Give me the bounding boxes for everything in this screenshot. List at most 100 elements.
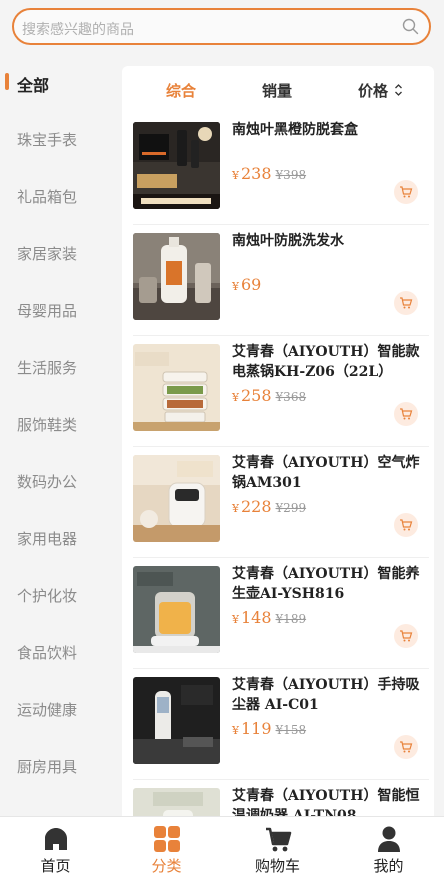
price-row: ¥119 ¥158	[232, 719, 306, 738]
sort-price-tab[interactable]: 价格	[358, 80, 388, 101]
sort-arrows-icon	[395, 84, 402, 96]
original-price: ¥398	[275, 168, 307, 182]
currency-symbol: ¥	[232, 391, 239, 404]
product-price: 238	[241, 164, 272, 183]
search-input[interactable]: 搜索感兴趣的商品	[12, 8, 431, 45]
search-placeholder: 搜索感兴趣的商品	[22, 22, 134, 38]
add-to-cart-button[interactable]	[394, 291, 418, 315]
sidebar-item-apparel[interactable]: 服饰鞋类	[0, 405, 110, 445]
currency-symbol: ¥	[232, 502, 239, 515]
search-area: 搜索感兴趣的商品	[0, 0, 444, 56]
category-icon	[154, 826, 180, 852]
sort-bar: 综合 销量 价格	[122, 66, 434, 114]
tab-label: 购物车	[254, 857, 300, 875]
product-name: 艾青春（AIYOUTH）智能款电蒸锅KH-Z06（22L）	[232, 344, 420, 380]
sidebar-item-label: 食品饮料	[17, 644, 78, 662]
sidebar-item-label: 家用电器	[17, 530, 78, 548]
add-to-cart-button[interactable]	[394, 513, 418, 537]
product-name: 南烛叶黑橙防脱套盒	[232, 122, 358, 138]
currency-symbol: ¥	[232, 169, 239, 182]
sidebar-item-label: 服饰鞋类	[17, 416, 78, 434]
price-row: ¥69	[232, 275, 265, 294]
price-row: ¥238 ¥398	[232, 164, 306, 183]
product-item[interactable]: 艾青春（AIYOUTH）智能款电蒸锅KH-Z06（22L） ¥258 ¥368	[122, 336, 434, 447]
price-row: ¥258 ¥368	[232, 386, 306, 405]
cart-icon	[400, 408, 413, 420]
price-row: ¥228 ¥299	[232, 497, 306, 516]
sidebar-item-all[interactable]: 全部	[0, 63, 110, 103]
original-price: ¥189	[275, 612, 307, 626]
price-row: ¥148 ¥189	[232, 608, 306, 627]
product-name: 艾青春（AIYOUTH）空气炸锅AM301	[232, 455, 420, 491]
add-to-cart-button[interactable]	[394, 735, 418, 759]
product-panel: 综合 销量 价格 南烛叶黑橙防脱套盒 ¥ 238 ¥398 南烛叶防脱洗发水 ¥…	[122, 66, 434, 826]
sidebar-item-label: 数码办公	[17, 473, 78, 491]
add-to-cart-button[interactable]	[394, 402, 418, 426]
add-to-cart-button[interactable]	[394, 624, 418, 648]
cart-icon	[400, 186, 413, 198]
user-icon	[378, 826, 400, 852]
product-item[interactable]: 艾青春（AIYOUTH）手持吸尘器 AI-C01 ¥119 ¥158	[122, 669, 434, 780]
tab-label: 我的	[373, 857, 404, 875]
sidebar-item-food[interactable]: 食品饮料	[0, 633, 110, 673]
tab-cart[interactable]: 购物车	[222, 817, 333, 881]
product-price: 69	[241, 275, 262, 294]
sidebar-item-label: 生活服务	[17, 359, 78, 377]
sidebar-item-home[interactable]: 家居家装	[0, 234, 110, 274]
original-price: ¥158	[275, 723, 307, 737]
product-item[interactable]: 艾青春（AIYOUTH）智能养生壶AI-YSH816 ¥148 ¥189	[122, 558, 434, 669]
cart-icon	[400, 519, 413, 531]
cart-icon	[266, 827, 292, 852]
sidebar-item-label: 家居家装	[17, 245, 78, 263]
product-name: 艾青春（AIYOUTH）手持吸尘器 AI-C01	[232, 677, 420, 713]
sidebar-item-kitchen[interactable]: 厨房用具	[0, 747, 110, 787]
add-to-cart-button[interactable]	[394, 180, 418, 204]
sidebar-item-personal-care[interactable]: 个护化妆	[0, 576, 110, 616]
app-screen: 搜索感兴趣的商品 全部 珠宝手表 礼品箱包 家居家装 母婴用品 生活服务 服饰鞋…	[0, 0, 444, 881]
product-price: 148	[241, 608, 272, 627]
product-price: 228	[241, 497, 272, 516]
home-icon	[45, 828, 67, 850]
sidebar-item-jewelry[interactable]: 珠宝手表	[0, 120, 110, 160]
bottom-tab-bar: 首页 分类 购物车 我的	[0, 816, 444, 881]
tab-profile[interactable]: 我的	[333, 817, 444, 881]
product-item[interactable]: 艾青春（AIYOUTH）空气炸锅AM301 ¥228 ¥299	[122, 447, 434, 558]
currency-symbol: ¥	[232, 280, 239, 293]
product-name: 艾青春（AIYOUTH）智能养生壶AI-YSH816	[232, 566, 420, 602]
product-image	[133, 677, 220, 764]
product-image	[133, 344, 220, 431]
product-name: 南烛叶防脱洗发水	[232, 233, 344, 249]
sidebar-item-label: 珠宝手表	[17, 131, 78, 149]
sort-sales-tab[interactable]: 销量	[262, 80, 292, 101]
product-image	[133, 566, 220, 653]
product-image	[133, 455, 220, 542]
search-icon[interactable]	[402, 18, 419, 35]
tab-label: 首页	[40, 857, 71, 875]
sidebar-item-label: 个护化妆	[17, 587, 78, 605]
sidebar-item-label: 母婴用品	[17, 302, 78, 320]
cart-icon	[400, 297, 413, 309]
sidebar-item-digital[interactable]: 数码办公	[0, 462, 110, 502]
sidebar-item-sports[interactable]: 运动健康	[0, 690, 110, 730]
original-price: ¥299	[275, 501, 307, 515]
cart-icon	[400, 630, 413, 642]
sidebar-item-label: 厨房用具	[17, 758, 78, 776]
currency-symbol: ¥	[232, 724, 239, 737]
sidebar-item-baby[interactable]: 母婴用品	[0, 291, 110, 331]
original-price: ¥368	[275, 390, 307, 404]
product-price: 258	[241, 386, 272, 405]
product-item[interactable]: 南烛叶防脱洗发水 ¥69	[122, 225, 434, 336]
sort-composite-tab[interactable]: 综合	[166, 80, 196, 101]
tab-label: 分类	[151, 857, 182, 875]
sidebar-item-appliances[interactable]: 家用电器	[0, 519, 110, 559]
sidebar-item-gifts[interactable]: 礼品箱包	[0, 177, 110, 217]
product-image	[133, 233, 220, 320]
sidebar-item-services[interactable]: 生活服务	[0, 348, 110, 388]
sidebar-item-label: 全部	[17, 76, 50, 95]
category-sidebar: 全部 珠宝手表 礼品箱包 家居家装 母婴用品 生活服务 服饰鞋类 数码办公 家用…	[0, 56, 110, 816]
product-item[interactable]: 南烛叶黑橙防脱套盒 ¥238 ¥398	[122, 114, 434, 225]
sidebar-item-label: 礼品箱包	[17, 188, 78, 206]
tab-home[interactable]: 首页	[0, 817, 111, 881]
cart-icon	[400, 741, 413, 753]
tab-category[interactable]: 分类	[111, 817, 222, 881]
